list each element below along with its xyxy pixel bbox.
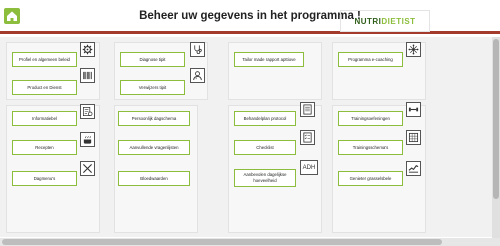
- schedule-button[interactable]: [406, 130, 421, 145]
- verwijzers-button[interactable]: Verwijzers tipit: [120, 80, 185, 95]
- cooking-icon: [83, 136, 92, 144]
- checklist-icon-button[interactable]: [300, 130, 315, 145]
- profiel-button[interactable]: Profiel en algemeen beleid: [12, 52, 77, 67]
- cooking-button[interactable]: [80, 132, 95, 147]
- barcode-button[interactable]: [80, 68, 95, 83]
- diagnose-button[interactable]: Diagnose tipit: [120, 52, 185, 67]
- logo-text-accent: DIETIST: [381, 16, 416, 26]
- cutlery-icon: [82, 163, 93, 174]
- trainingsoefeningen-button[interactable]: Trainingsoefeningen: [338, 111, 403, 126]
- doctor-icon: [193, 71, 202, 81]
- aanbevolen-button[interactable]: Aanbevolen dagelijkse hoeveelheid: [234, 169, 296, 187]
- schedule-icon: [408, 132, 419, 143]
- genieter-button[interactable]: Genieter grasselsbele: [338, 171, 403, 186]
- info-button[interactable]: [80, 104, 95, 119]
- adh-button[interactable]: ADH: [300, 160, 318, 175]
- dagmenu-button[interactable]: Dagmenu's: [12, 171, 77, 186]
- notebook-icon: [303, 104, 312, 115]
- home-button[interactable]: [4, 8, 20, 24]
- behandelplan-button[interactable]: Behandelplan protocol: [234, 111, 296, 126]
- app-header: Beheer uw gegevens in het programma ! NU…: [0, 0, 500, 34]
- gear-button[interactable]: [80, 42, 95, 57]
- stethoscope-button[interactable]: [190, 42, 205, 57]
- coaching-button[interactable]: Programma e-coaching: [338, 52, 403, 67]
- network-button[interactable]: [406, 42, 421, 57]
- trainingsschema-button[interactable]: Trainingsschema's: [338, 140, 403, 155]
- panel-report: [228, 42, 322, 100]
- running-button[interactable]: [406, 161, 421, 176]
- dagschema-button[interactable]: Persoonlijk dagschema: [118, 111, 190, 126]
- cutlery-button[interactable]: [80, 161, 95, 176]
- dumbbell-button[interactable]: [406, 102, 421, 117]
- gear-icon: [82, 44, 93, 55]
- network-icon: [408, 44, 419, 55]
- home-icon: [7, 11, 17, 21]
- informatiebel-button[interactable]: Informatiebel: [12, 111, 77, 126]
- checklist-icon: [303, 132, 312, 143]
- product-button[interactable]: Product en Dienst: [12, 80, 77, 95]
- bloedwaarden-button[interactable]: Bloedwaarden: [118, 171, 190, 186]
- dumbbell-icon: [408, 107, 419, 112]
- notebook-button[interactable]: [300, 102, 315, 117]
- checklist-button[interactable]: Checklist: [234, 140, 296, 155]
- barcode-icon: [83, 71, 92, 80]
- vragenlijsten-button[interactable]: Aanvullende vragenlijsten: [118, 140, 190, 155]
- recepten-button[interactable]: Recepten: [12, 140, 77, 155]
- horizontal-scroll-thumb[interactable]: [2, 239, 442, 245]
- running-icon: [408, 165, 419, 173]
- vertical-scrollbar[interactable]: [492, 37, 500, 239]
- vertical-scroll-thumb[interactable]: [493, 39, 499, 199]
- horizontal-scrollbar[interactable]: [0, 238, 500, 246]
- logo-text-main: NUTRI: [354, 16, 382, 26]
- tailor-button[interactable]: Tailor made rapport apttiove: [234, 52, 304, 67]
- info-icon: [83, 107, 93, 116]
- doctor-button[interactable]: [190, 68, 205, 83]
- nutridietist-logo: NUTRI DIETIST: [340, 10, 430, 32]
- stethoscope-icon: [194, 45, 202, 54]
- main-content: Profiel en algemeen beleid Product en Di…: [0, 37, 500, 237]
